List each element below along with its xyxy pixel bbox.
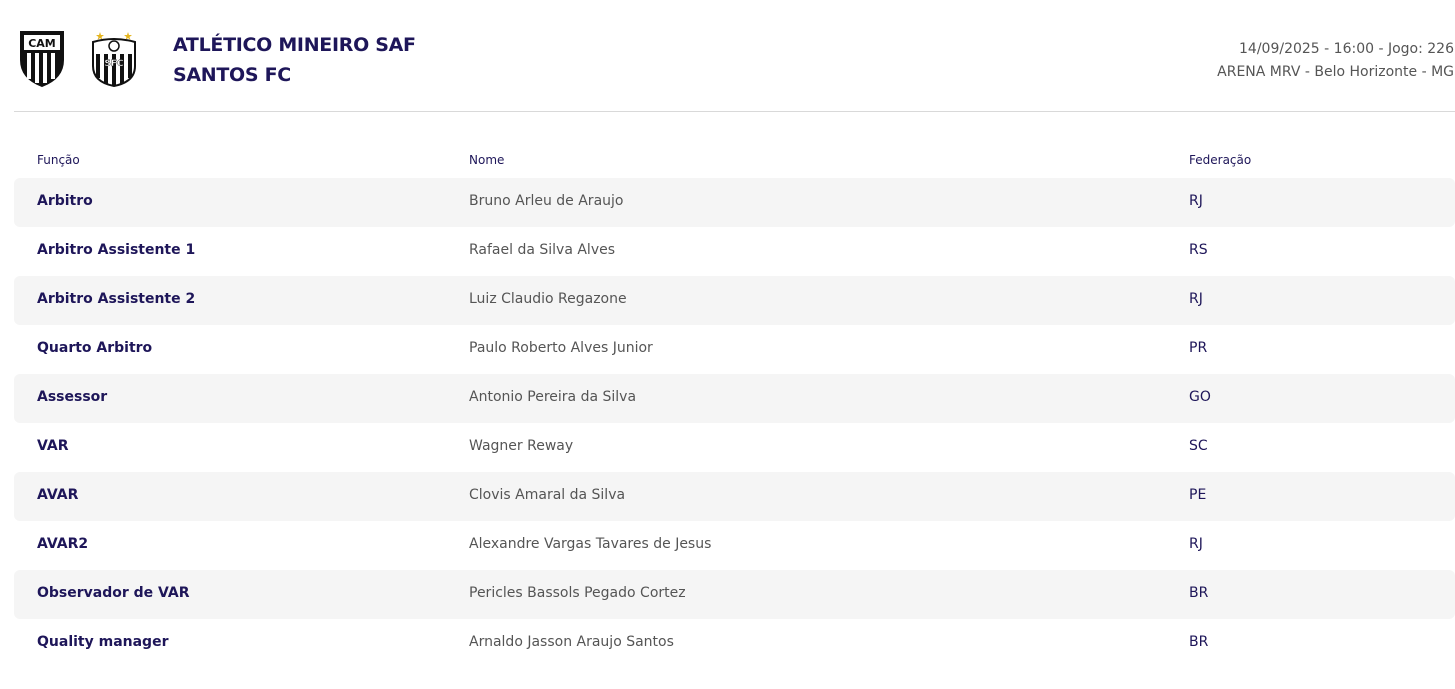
role-cell: Arbitro Assistente 1 (37, 242, 196, 258)
name-cell: Paulo Roberto Alves Junior (469, 340, 653, 356)
away-crest-text: SFC (104, 59, 124, 69)
santos-crest-icon: SFC (92, 32, 136, 88)
name-cell: Alexandre Vargas Tavares de Jesus (469, 536, 712, 552)
federation-cell: RJ (1189, 193, 1203, 209)
table-row: Arbitro Assistente 1 Rafael da Silva Alv… (14, 227, 1455, 276)
role-cell: Quarto Arbitro (37, 340, 153, 356)
name-cell: Luiz Claudio Regazone (469, 291, 627, 307)
role-cell: AVAR (37, 487, 79, 503)
federation-cell: BR (1189, 634, 1209, 650)
federation-cell: GO (1189, 389, 1211, 405)
table-row: AVAR2 Alexandre Vargas Tavares de Jesus … (14, 521, 1455, 570)
table-header: Função Nome Federação (14, 151, 1455, 178)
role-cell: AVAR2 (37, 536, 89, 552)
table-row: AVAR Clovis Amaral da Silva PE (14, 472, 1455, 521)
federation-cell: BR (1189, 585, 1209, 601)
role-cell: Assessor (37, 389, 108, 405)
name-cell: Arnaldo Jasson Araujo Santos (469, 634, 674, 650)
match-header: CAM SFC ATLÉTICO MINEIRO SAF SANTOS FC 1… (14, 0, 1455, 112)
table-row: VAR Wagner Reway SC (14, 423, 1455, 472)
column-header-federation: Federação (1189, 153, 1252, 167)
table-row: Arbitro Assistente 2 Luiz Claudio Regazo… (14, 276, 1455, 325)
role-cell: Arbitro (37, 193, 93, 209)
federation-cell: RJ (1189, 291, 1203, 307)
table-row: Quality manager Arnaldo Jasson Araujo Sa… (14, 619, 1455, 668)
name-cell: Pericles Bassols Pegado Cortez (469, 585, 686, 601)
role-cell: Observador de VAR (37, 585, 190, 601)
home-crest-text: CAM (28, 37, 56, 50)
match-info: 14/09/2025 - 16:00 - Jogo: 226 ARENA MRV… (1217, 38, 1454, 84)
teams-block: ATLÉTICO MINEIRO SAF SANTOS FC (173, 30, 416, 90)
table-row: Quarto Arbitro Paulo Roberto Alves Junio… (14, 325, 1455, 374)
role-cell: Arbitro Assistente 2 (37, 291, 196, 307)
table-row: Arbitro Bruno Arleu de Araujo RJ (14, 178, 1455, 227)
name-cell: Rafael da Silva Alves (469, 242, 616, 258)
federation-cell: RS (1189, 242, 1208, 258)
officials-table: Função Nome Federação Arbitro Bruno Arle… (14, 151, 1455, 668)
table-row: Observador de VAR Pericles Bassols Pegad… (14, 570, 1455, 619)
role-cell: VAR (37, 438, 69, 454)
name-cell: Bruno Arleu de Araujo (469, 193, 624, 209)
name-cell: Wagner Reway (469, 438, 574, 454)
federation-cell: SC (1189, 438, 1208, 454)
name-cell: Antonio Pereira da Silva (469, 389, 637, 405)
match-officials-page: CAM SFC ATLÉTICO MINEIRO SAF SANTOS FC 1… (0, 0, 1455, 689)
federation-cell: PR (1189, 340, 1208, 356)
match-datetime: 14/09/2025 - 16:00 - Jogo: 226 (1239, 41, 1454, 57)
away-team-name: SANTOS FC (173, 64, 291, 86)
federation-cell: PE (1189, 487, 1207, 503)
table-row: Assessor Antonio Pereira da Silva GO (14, 374, 1455, 423)
atletico-mineiro-crest-icon: CAM (20, 31, 64, 88)
match-venue: ARENA MRV - Belo Horizonte - MG (1217, 64, 1454, 80)
column-header-role: Função (37, 153, 80, 167)
role-cell: Quality manager (37, 634, 169, 650)
federation-cell: RJ (1189, 536, 1203, 552)
name-cell: Clovis Amaral da Silva (469, 487, 626, 503)
home-team-name: ATLÉTICO MINEIRO SAF (173, 34, 416, 56)
column-header-name: Nome (469, 153, 505, 167)
